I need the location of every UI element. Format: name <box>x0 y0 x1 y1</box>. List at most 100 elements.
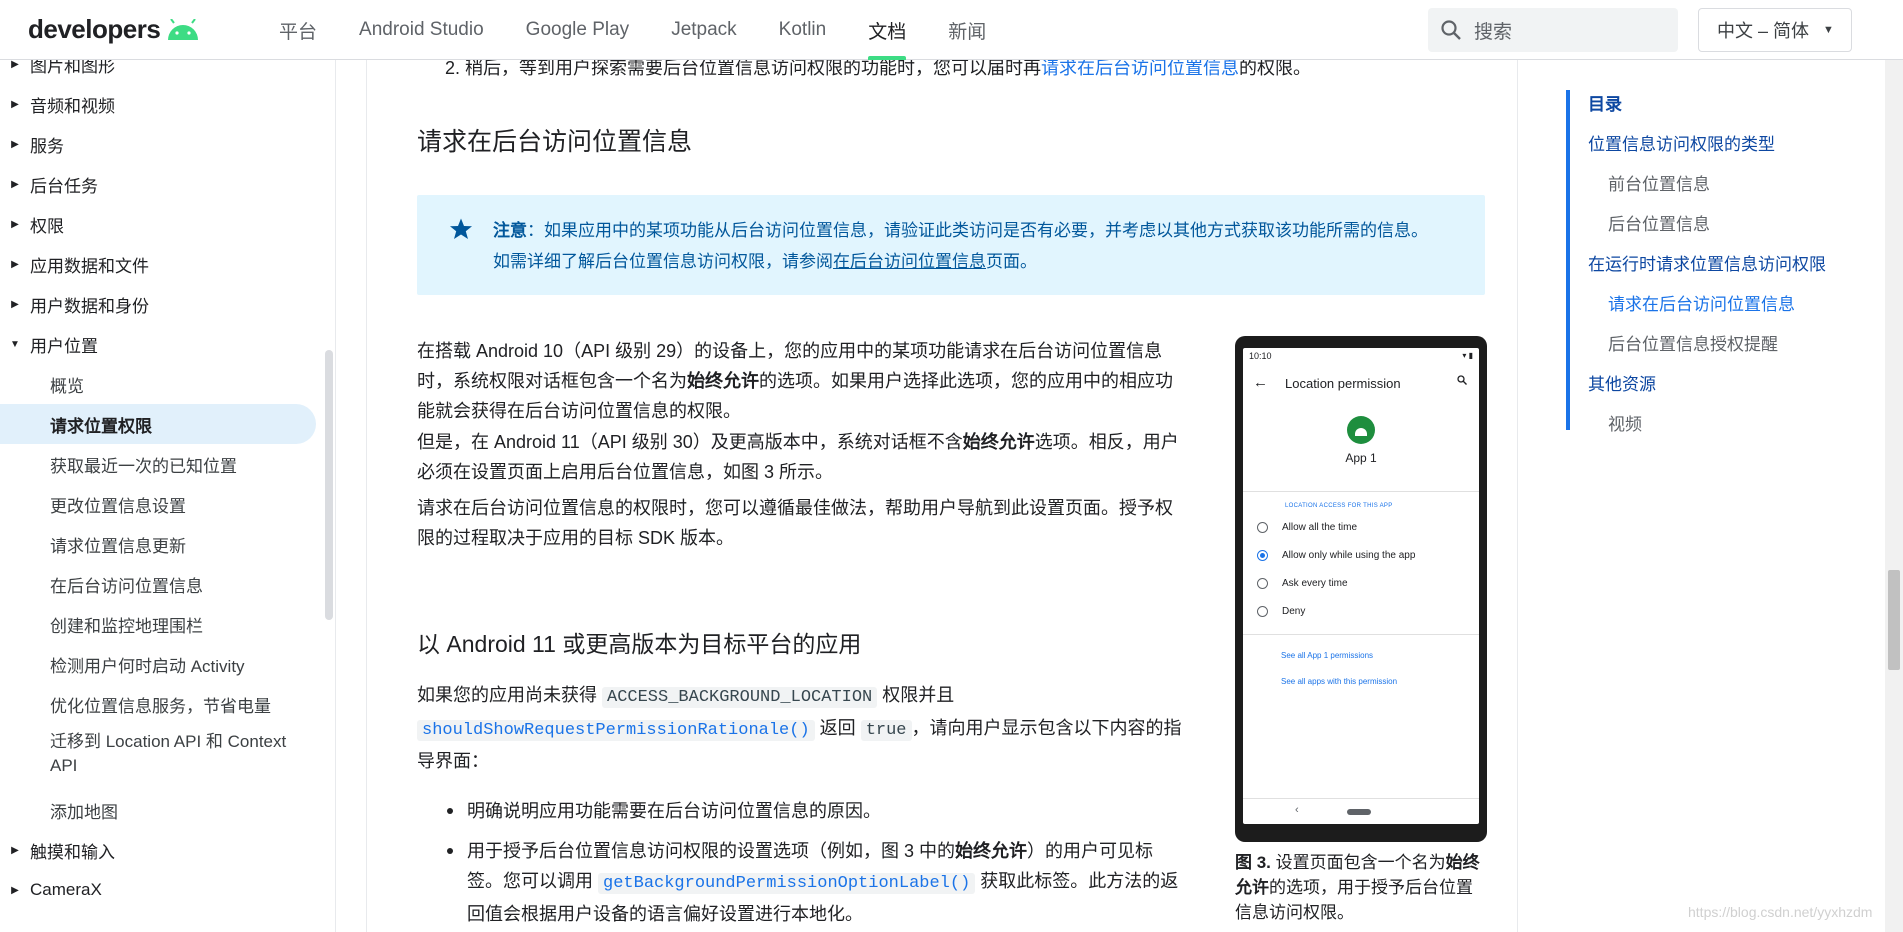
page-scrollbar[interactable] <box>1885 60 1903 932</box>
request-background-location-link[interactable]: 请求在后台访问位置信息 <box>1041 60 1239 78</box>
sidebar-item[interactable]: ▶ 权限 <box>0 204 316 244</box>
code-true: true <box>860 720 912 741</box>
sidebar-item[interactable]: 迁移到 Location API 和 Context API <box>0 724 316 776</box>
toc-item-request-background[interactable]: 请求在后台访问位置信息 <box>1608 290 1795 315</box>
main-content: 2. 稍后，等到用户探索需要后台位置信息访问权限的功能时，您可以届时再请求在后台… <box>366 60 1518 932</box>
note-text: 注意：如果应用中的某项功能从后台访问位置信息，请验证此类访问是否有必要，并考虑以… <box>493 215 1468 277</box>
phone-app-name: App 1 <box>1345 451 1377 465</box>
phone-search-icon <box>1457 375 1467 385</box>
sidebar-item-label: 音频和视频 <box>30 96 115 116</box>
note-label: 注意 <box>493 221 527 240</box>
sidebar-item-label: 请求位置信息更新 <box>50 536 186 556</box>
sidebar-item-label: 服务 <box>30 136 64 156</box>
sidebar-item[interactable]: ▶ 图片和图形 <box>0 60 316 84</box>
sidebar-item[interactable]: ▶ 服务 <box>0 124 316 164</box>
toc-title: 目录 <box>1588 95 1622 114</box>
sidebar-item[interactable]: 获取最近一次的已知位置 <box>0 444 316 484</box>
toc-item-location-types[interactable]: 位置信息访问权限的类型 <box>1588 130 1775 155</box>
sidebar-item[interactable]: 在后台访问位置信息 <box>0 564 316 604</box>
sidebar-item-label: 用户位置 <box>30 336 98 356</box>
toc-item-background-reminder[interactable]: 后台位置信息授权提醒 <box>1608 330 1778 355</box>
sidebar-item-active[interactable]: 请求位置权限 <box>0 404 316 444</box>
sidebar-item[interactable]: 优化位置信息服务，节省电量 <box>0 684 316 724</box>
p4-text-c: 返回 <box>814 718 861 738</box>
p4-text-a: 如果您的应用尚未获得 <box>417 685 602 705</box>
code-should-show-rationale-link[interactable]: shouldShowRequestPermissionRationale() <box>417 720 815 741</box>
radio-allow-while-using[interactable]: Allow only while using the app <box>1257 550 1415 561</box>
option-label: Ask every time <box>1282 578 1348 589</box>
toc-item-runtime-request[interactable]: 在运行时请求位置信息访问权限 <box>1588 250 1826 275</box>
sidebar-item[interactable]: 概览 <box>0 364 316 404</box>
nav-google-play[interactable]: Google Play <box>505 0 651 60</box>
radio-deny[interactable]: Deny <box>1257 606 1305 617</box>
sidebar-item-label: 检测用户何时启动 Activity <box>50 656 245 676</box>
phone-status-icons: ▾ ▮ <box>1462 351 1473 360</box>
caret-down-icon: ▼ <box>1823 24 1834 36</box>
radio-allow-all-time[interactable]: Allow all the time <box>1257 522 1357 533</box>
sidebar-item[interactable]: 请求位置信息更新 <box>0 524 316 564</box>
sidebar-item[interactable]: ▶ 触摸和输入 <box>0 830 316 870</box>
sidebar-item[interactable]: ▶ 后台任务 <box>0 164 316 204</box>
sidebar-item-label: CameraX <box>30 880 102 899</box>
top-header: developers 平台 Android Studio Google Play… <box>0 0 1903 60</box>
sidebar-item[interactable]: ▼ 用户位置 <box>0 324 316 364</box>
search-box[interactable]: 搜索 <box>1428 8 1678 52</box>
caret-right-icon: ▶ <box>11 844 19 856</box>
nav-jetpack[interactable]: Jetpack <box>650 0 757 60</box>
top-nav: 平台 Android Studio Google Play Jetpack Ko… <box>258 0 1007 60</box>
paragraph-best-practice: 请求在后台访问位置信息的权限时，您可以遵循最佳做法，帮助用户导航到此设置页面。授… <box>417 498 1173 548</box>
nav-kotlin[interactable]: Kotlin <box>758 0 848 60</box>
caption-text-a: 设置页面包含一个名为 <box>1270 853 1446 872</box>
sidebar-item-label: 更改位置信息设置 <box>50 496 186 516</box>
sidebar-item[interactable]: 更改位置信息设置 <box>0 484 316 524</box>
sidebar-item-label: 应用数据和文件 <box>30 256 149 276</box>
phone-nav-bar: ‹ <box>1243 798 1479 824</box>
search-icon <box>1441 20 1461 40</box>
guidance-bullet-list: 明确说明应用功能需要在后台访问位置信息的原因。 用于授予后台位置信息访问权限的设… <box>447 796 1187 932</box>
paragraph-android11: 但是，在 Android 11（API 级别 30）及更高版本中，系统对话框不含… <box>417 427 1187 487</box>
radio-ask-every-time[interactable]: Ask every time <box>1257 578 1348 589</box>
sidebar-item[interactable]: ▶ 用户数据和身份 <box>0 284 316 324</box>
nav-android-studio[interactable]: Android Studio <box>338 0 505 60</box>
radio-icon <box>1257 606 1268 617</box>
nav-docs[interactable]: 文档 <box>847 0 927 60</box>
sidebar-item[interactable]: ▶ CameraX <box>0 870 316 910</box>
paragraph-android10: 在搭载 Android 10（API 级别 29）的设备上，您的应用中的某项功能… <box>417 336 1187 426</box>
sidebar-item[interactable]: ▶ 应用数据和文件 <box>0 244 316 284</box>
note-line2-prefix: 如需详细了解后台位置信息访问权限，请参阅 <box>493 252 833 271</box>
note-callout: 注意：如果应用中的某项功能从后台访问位置信息，请验证此类访问是否有必要，并考虑以… <box>417 195 1485 295</box>
toc-item-foreground[interactable]: 前台位置信息 <box>1608 170 1710 195</box>
sidebar-item-label: 迁移到 Location API 和 Context API <box>50 732 287 775</box>
sidebar-scrollbar[interactable] <box>325 350 333 620</box>
nav-news[interactable]: 新闻 <box>927 0 1007 60</box>
caret-right-icon: ▶ <box>11 884 19 896</box>
table-of-contents: 目录 位置信息访问权限的类型 前台位置信息 后台位置信息 在运行时请求位置信息访… <box>1566 90 1886 434</box>
scrollbar-thumb[interactable] <box>1888 570 1900 670</box>
code-get-background-permission-label-link[interactable]: getBackgroundPermissionOptionLabel() <box>598 873 976 894</box>
phone-screen: 10:10 ▾ ▮ ← Location permission App 1 LO… <box>1243 348 1479 824</box>
sidebar-item[interactable]: 检测用户何时启动 Activity <box>0 644 316 684</box>
step-2-suffix: 的权限。 <box>1239 60 1312 78</box>
sidebar-item-label: 优化位置信息服务，节省电量 <box>50 696 271 716</box>
sidebar-item-label: 在后台访问位置信息 <box>50 576 203 596</box>
sidebar-item[interactable]: ▶ 音频和视频 <box>0 84 316 124</box>
sidebar-item[interactable]: 创建和监控地理围栏 <box>0 604 316 644</box>
sidebar-item-label: 创建和监控地理围栏 <box>50 616 203 636</box>
toc-item-background[interactable]: 后台位置信息 <box>1608 210 1710 235</box>
see-all-apps-link[interactable]: See all apps with this permission <box>1281 677 1397 686</box>
sidebar-item[interactable]: 添加地图 <box>0 790 316 830</box>
toc-item-other-resources[interactable]: 其他资源 <box>1588 370 1656 395</box>
caret-right-icon: ▶ <box>11 178 19 190</box>
caption-text-b: 的选项，用于授予后台位置信息访问权限。 <box>1235 878 1473 922</box>
see-all-app-permissions-link[interactable]: See all App 1 permissions <box>1281 651 1373 660</box>
toc-item-videos[interactable]: 视频 <box>1608 410 1642 435</box>
list-item: 明确说明应用功能需要在后台访问位置信息的原因。 <box>447 796 1187 826</box>
language-selector[interactable]: 中文 – 简体 ▼ <box>1698 8 1852 52</box>
developers-logo[interactable]: developers <box>28 14 200 45</box>
sidebar-item-label: 概览 <box>50 376 84 396</box>
sidebar-item-label: 图片和图形 <box>30 60 115 76</box>
p1-bold: 始终允许 <box>687 371 759 391</box>
radio-icon <box>1257 578 1268 589</box>
note-background-location-link[interactable]: 在后台访问位置信息 <box>833 252 986 271</box>
nav-platform[interactable]: 平台 <box>258 0 338 60</box>
